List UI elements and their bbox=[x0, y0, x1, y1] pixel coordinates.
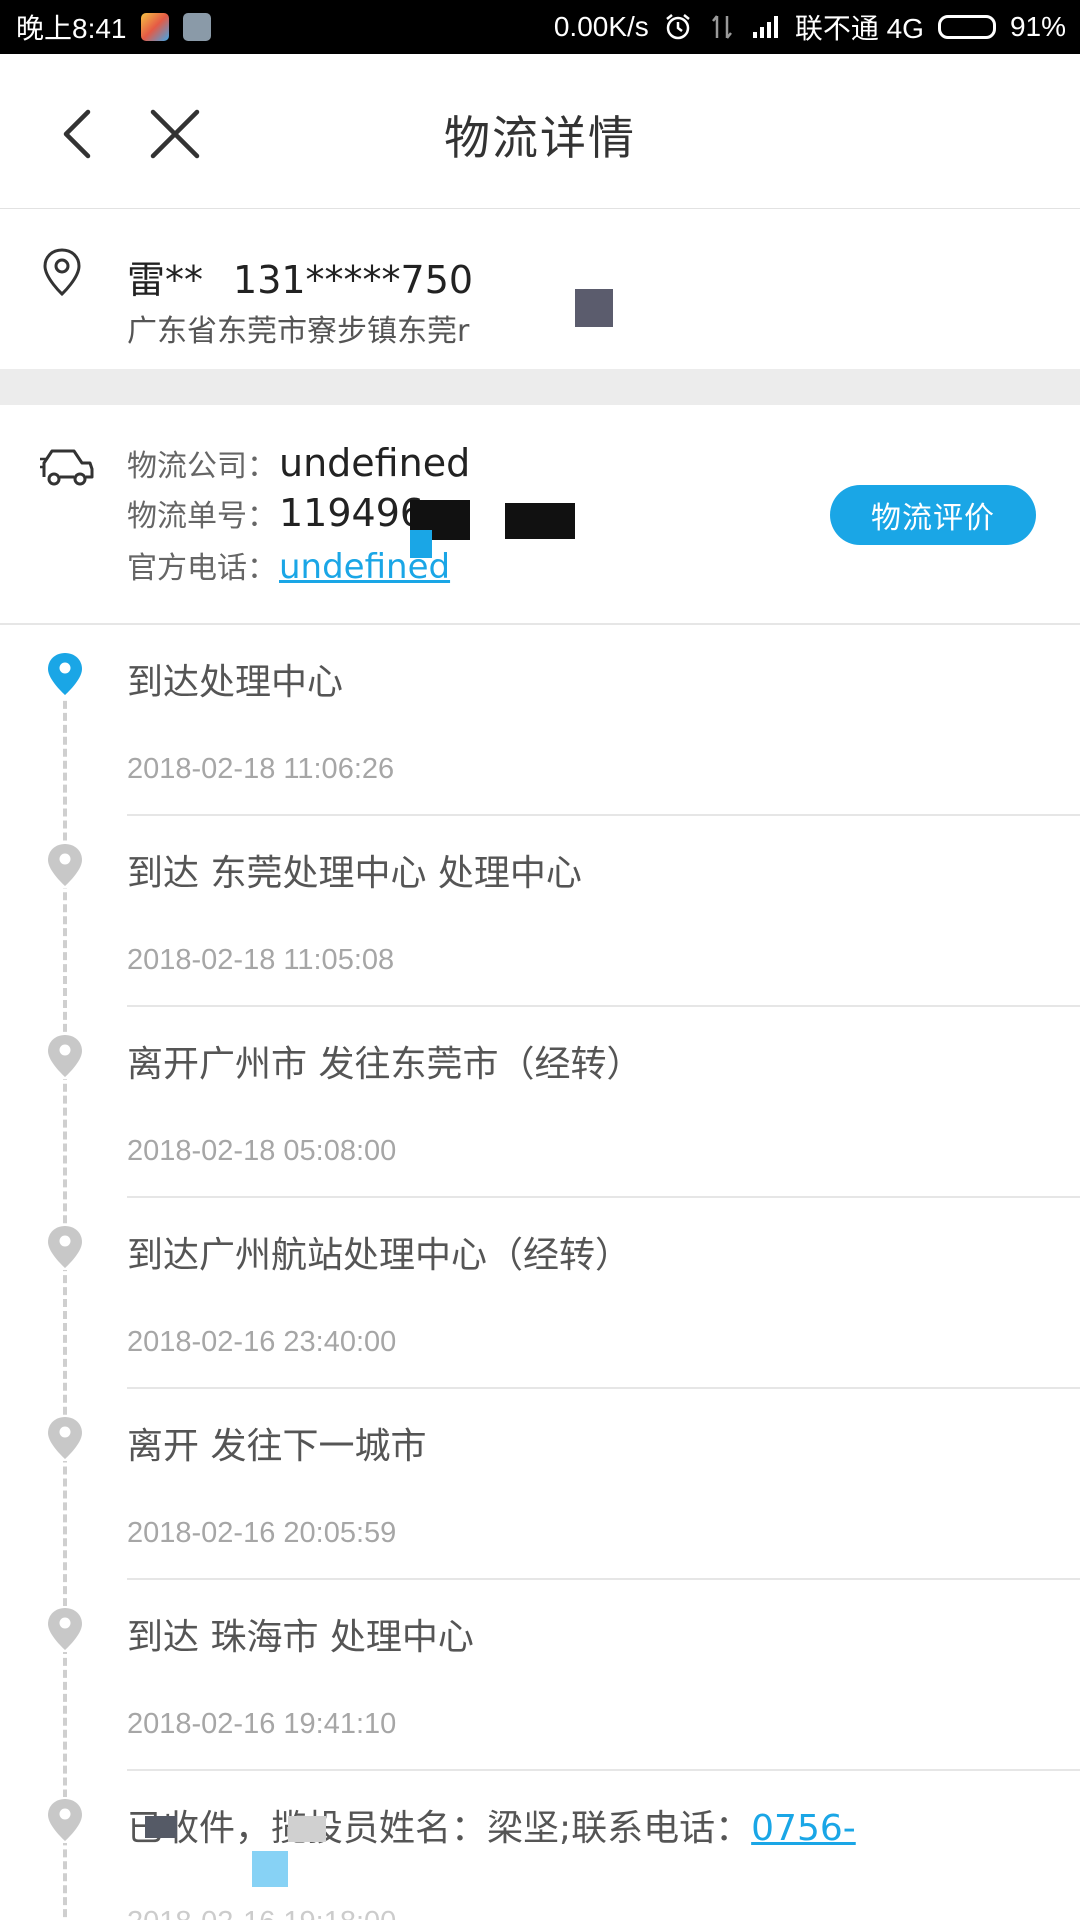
location-pin-icon bbox=[45, 1415, 85, 1461]
location-pin-icon bbox=[45, 1033, 85, 1079]
redaction-mask bbox=[575, 289, 613, 327]
location-pin-icon bbox=[45, 1224, 85, 1270]
timeline-item: 到达 东莞处理中心 处理中心 2018-02-18 11:05:08 bbox=[0, 816, 1080, 1007]
location-pin-icon bbox=[43, 248, 81, 297]
redaction-mask bbox=[145, 1816, 177, 1838]
timeline-time: 2018-02-16 19:18:00 bbox=[127, 1906, 396, 1920]
timeline-event-text: 已收件，揽投员姓名：梁坚;联系电话： bbox=[127, 1808, 752, 1849]
battery-percent: 91% bbox=[1009, 11, 1066, 42]
courier-phone-link[interactable]: 0756- bbox=[751, 1808, 856, 1849]
location-pin-icon bbox=[45, 842, 85, 888]
timeline-time: 2018-02-16 20:05:59 bbox=[127, 1517, 397, 1549]
timeline-event: 到达处理中心 bbox=[127, 662, 344, 703]
rate-logistics-button[interactable]: 物流评价 bbox=[830, 485, 1036, 545]
company-value: undefined bbox=[279, 441, 471, 485]
timeline-item: 到达广州航站处理中心（经转） 2018-02-16 23:40:00 bbox=[0, 1198, 1080, 1389]
redaction-mask bbox=[288, 1816, 326, 1842]
timeline-event: 到达 东莞处理中心 处理中心 bbox=[127, 853, 582, 894]
timeline-item: 离开 发往下一城市 2018-02-16 20:05:59 bbox=[0, 1389, 1080, 1580]
official-phone-label: 官方电话： bbox=[127, 551, 277, 586]
location-pin-icon bbox=[45, 1797, 85, 1843]
section-divider bbox=[0, 369, 1080, 405]
timeline-event: 到达广州航站处理中心（经转） bbox=[127, 1235, 632, 1276]
tracking-timeline: 到达处理中心 2018-02-18 11:06:26 到达 东莞处理中心 处理中… bbox=[0, 625, 1080, 1920]
redaction-mask bbox=[410, 530, 432, 558]
timeline-event: 到达 珠海市 处理中心 bbox=[127, 1617, 474, 1658]
timeline-event: 已收件，揽投员姓名：梁坚;联系电话：0756- bbox=[127, 1799, 856, 1851]
recipient-address-card: 雷** 131*****750 广东省东莞市寮步镇东莞r bbox=[0, 209, 1080, 369]
truck-icon bbox=[40, 449, 94, 486]
timeline-item: 离开广州市 发往东莞市（经转） 2018-02-18 05:08:00 bbox=[0, 1007, 1080, 1198]
timeline-time: 2018-02-18 11:06:26 bbox=[127, 753, 395, 785]
tracking-row: 物流单号： 119496 bbox=[127, 491, 424, 535]
redaction-mask bbox=[505, 503, 575, 539]
tracking-number: 119496 bbox=[279, 491, 425, 535]
data-transfer-icon bbox=[711, 15, 732, 39]
recipient-name: 雷** bbox=[127, 258, 204, 302]
timeline-time: 2018-02-16 23:40:00 bbox=[127, 1326, 397, 1358]
status-time: 晚上8:41 bbox=[16, 13, 127, 44]
timeline-item: 到达 珠海市 处理中心 2018-02-16 19:41:10 bbox=[0, 1580, 1080, 1771]
page-title: 物流详情 bbox=[444, 111, 636, 165]
app-notification-icon bbox=[140, 13, 169, 41]
recipient-phone: 131*****750 bbox=[233, 258, 474, 302]
logistics-company-card: 物流公司： undefined 物流单号： 119496 官方电话： undef… bbox=[0, 405, 1080, 625]
page-header: 物流详情 bbox=[0, 54, 1080, 209]
official-phone-row: 官方电话： undefined bbox=[127, 543, 450, 587]
redaction-mask bbox=[252, 1851, 288, 1887]
tracking-label: 物流单号： bbox=[127, 499, 277, 534]
location-pin-icon bbox=[45, 1606, 85, 1652]
timeline-time: 2018-02-18 11:05:08 bbox=[127, 944, 395, 976]
recipient-name-phone: 雷** 131*****750 bbox=[127, 249, 473, 304]
company-label: 物流公司： bbox=[127, 449, 277, 484]
timeline-item: 到达处理中心 2018-02-18 11:06:26 bbox=[0, 625, 1080, 816]
battery-icon bbox=[937, 15, 996, 39]
signal-icon bbox=[752, 16, 778, 38]
timeline-event: 离开广州市 发往东莞市（经转） bbox=[127, 1044, 643, 1085]
timeline-event: 离开 发往下一城市 bbox=[127, 1426, 427, 1467]
message-notification-icon bbox=[182, 13, 211, 41]
timeline-time: 2018-02-16 19:41:10 bbox=[127, 1708, 397, 1740]
carrier-label: 联不通 4G bbox=[794, 13, 924, 44]
company-row: 物流公司： undefined bbox=[127, 441, 470, 485]
location-pin-active-icon bbox=[45, 651, 85, 697]
recipient-address: 广东省东莞市寮步镇东莞r bbox=[127, 314, 470, 349]
timeline-item: 已收件，揽投员姓名：梁坚;联系电话：0756- 2018-02-16 19:18… bbox=[0, 1771, 1080, 1920]
status-bar: 晚上8:41 0.00K/s 联不通 4G 91% bbox=[0, 0, 1080, 54]
network-speed: 0.00K/s bbox=[553, 11, 649, 42]
alarm-icon bbox=[666, 14, 690, 40]
timeline-time: 2018-02-18 05:08:00 bbox=[127, 1135, 397, 1167]
